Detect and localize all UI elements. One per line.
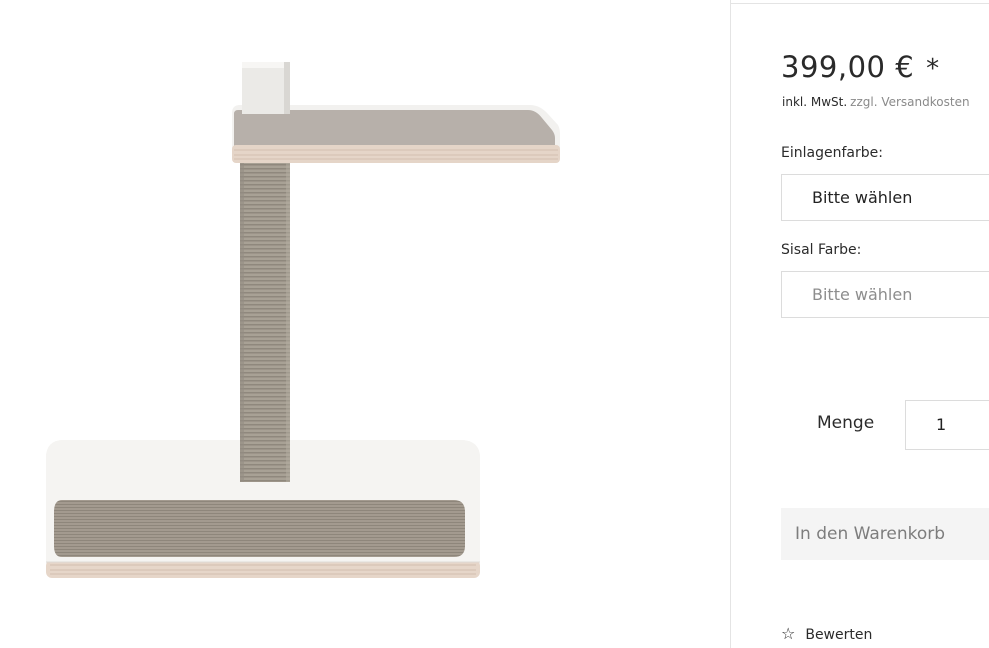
quantity-select[interactable]: 1 <box>905 400 989 450</box>
product-image-area[interactable] <box>0 0 730 648</box>
tax-info: inkl. MwSt. zzgl. Versandkosten <box>782 95 970 109</box>
product-image[interactable] <box>0 0 730 648</box>
product-price: 399,00 € * <box>781 50 940 84</box>
divider <box>731 3 989 4</box>
insert-color-label: Einlagenfarbe: <box>781 145 883 161</box>
top-felt <box>234 110 555 146</box>
top-block <box>242 62 290 114</box>
quantity-label: Menge <box>817 413 875 433</box>
base-wood-edge <box>46 560 480 578</box>
insert-color-select[interactable]: Bitte wählen <box>781 174 989 221</box>
buy-box: 399,00 € * inkl. MwSt. zzgl. Versandkosten… <box>730 0 989 648</box>
shipping-link[interactable]: zzgl. Versandkosten <box>850 95 969 109</box>
star-icon: ☆ <box>781 624 796 643</box>
rate-label: Bewerten <box>805 627 873 643</box>
tax-label: inkl. MwSt. <box>782 95 848 109</box>
add-to-cart-button[interactable]: In den Warenkorb <box>781 508 989 560</box>
sisal-color-label: Sisal Farbe: <box>781 242 862 258</box>
base-scratch-mat <box>54 500 465 557</box>
sisal-post <box>240 160 290 482</box>
top-wood-edge <box>232 145 560 163</box>
sisal-color-select[interactable]: Bitte wählen <box>781 271 989 318</box>
rate-link[interactable]: ☆ Bewerten <box>781 624 872 643</box>
price-value: 399,00 € <box>781 50 915 84</box>
price-asterisk: * <box>926 54 940 84</box>
